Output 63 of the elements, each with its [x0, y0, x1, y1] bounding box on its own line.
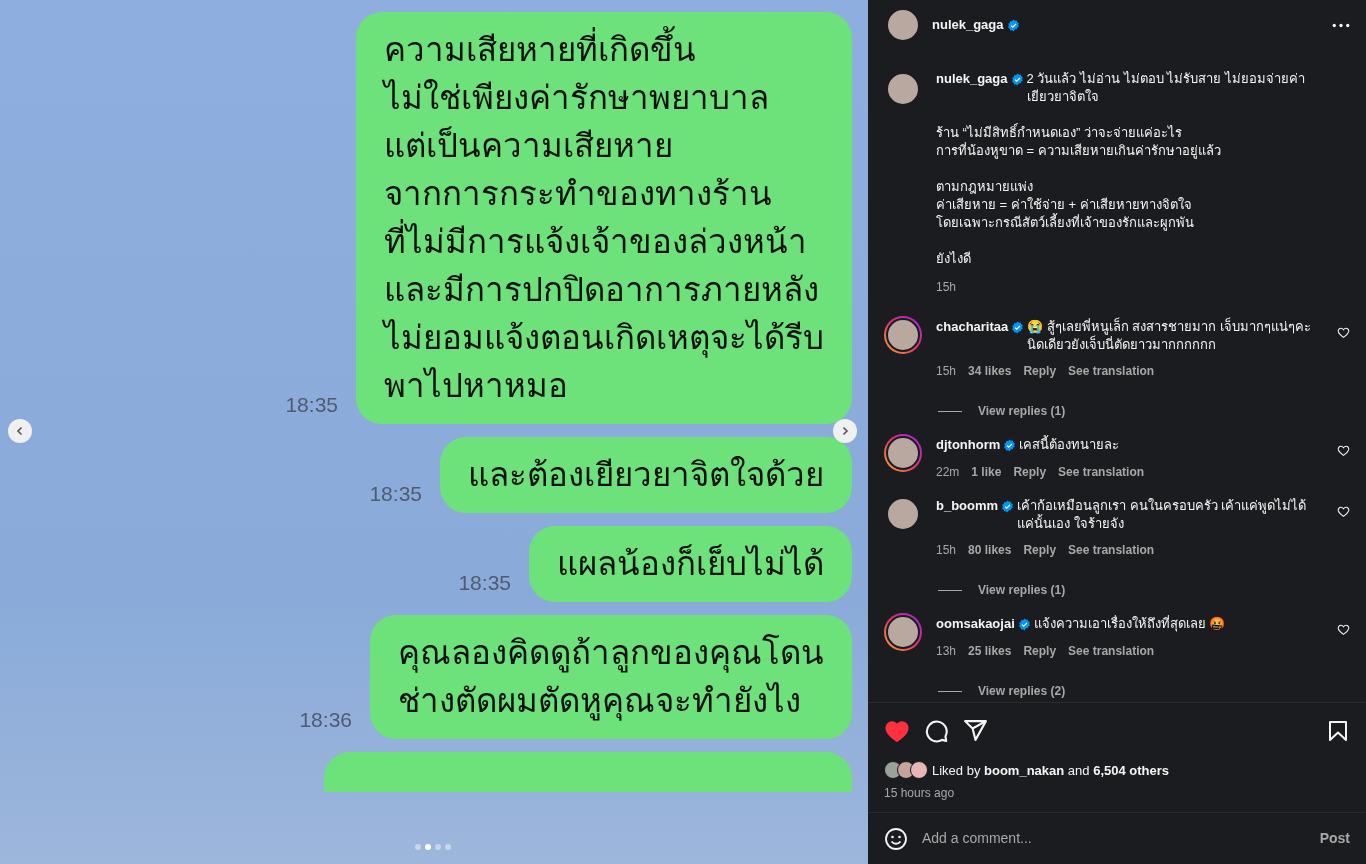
send-icon[interactable]: [963, 718, 988, 743]
avatar[interactable]: [884, 613, 922, 651]
timestamp: 22m: [936, 464, 960, 481]
timestamp: 15h: [936, 279, 958, 296]
heart-icon[interactable]: [1337, 444, 1350, 457]
avatar[interactable]: [884, 434, 922, 472]
caption-text: 2 วันแล้ว ไม่อ่าน ไม่ตอบ ไม่รับสาย ไม่ยอมจ่ายค่าเยียวยาจิตใจ: [1026, 70, 1306, 106]
reply-button[interactable]: Reply: [1023, 642, 1057, 660]
next-button[interactable]: [833, 419, 857, 443]
message-time: 18:35: [285, 391, 338, 418]
message-time: 18:35: [458, 569, 511, 596]
chevron-right-icon: [840, 426, 850, 436]
message-time: 18:35: [369, 480, 422, 507]
emoji-icon[interactable]: [884, 826, 908, 851]
like-count[interactable]: 34 likes: [968, 362, 1012, 380]
username[interactable]: oomsakaojai: [936, 615, 1015, 633]
bookmark-icon[interactable]: [1326, 718, 1350, 743]
see-translation-link[interactable]: See translation: [1068, 642, 1155, 660]
caption-text: ร้าน “ไม่มีสิทธิ์กำหนดเอง” ว่าจะจ่ายแค่อะไร การที่น้องหูขาด = ความเสียหายเกินค่ารักษาอยู่แล้ว: [936, 124, 1222, 160]
timestamp: 15h: [936, 542, 957, 559]
comment-text: เค้าก้อเหมือนลูกเรา คนในครอบครัว เค้าแค่พูดไม่ได้ แค่นั้นเอง ใจร้ายจัง: [1017, 497, 1308, 533]
chat-bubble: และต้องเยียวยาจิตใจด้วย: [440, 437, 852, 513]
timestamp: 13h: [936, 643, 957, 660]
heart-icon[interactable]: [1337, 505, 1350, 518]
message-time: 18:36: [299, 706, 352, 733]
view-replies-button[interactable]: View replies (1): [978, 402, 1066, 420]
username[interactable]: b_boomm: [936, 497, 999, 515]
like-count[interactable]: 1 like: [971, 463, 1002, 481]
previous-button[interactable]: [8, 419, 32, 443]
username[interactable]: djtonhorm: [936, 436, 1001, 454]
username[interactable]: nulek_gaga: [932, 15, 1004, 35]
view-replies-button[interactable]: View replies (2): [978, 682, 1066, 700]
reply-button[interactable]: Reply: [1023, 362, 1057, 380]
comment-input[interactable]: Add a comment...: [922, 828, 1306, 849]
post-button[interactable]: Post: [1319, 828, 1350, 849]
chat-bubble: ความเสียหายที่เกิดขึ้น ไม่ใช่เพียงค่ารักษาพยาบาล แต่เป็นความเสียหาย จากการกระทำของทางร้าน ที่ไม่มีการแจ้งเจ้าของล่วงหน้า และมีการปกปิดอาการภายหลัง ไม่ยอมแจ้งตอนเกิดเหตุจะได้รีบ พาไปหาหมอ: [356, 12, 852, 424]
heart-icon[interactable]: [1337, 326, 1350, 339]
comment-text: เคสนี้ต้องทนายละ: [1019, 436, 1121, 454]
comment-text: แจ้งความเอาเรื่องให้ถึงที่สุดเลย 🤬: [1033, 615, 1227, 633]
chevron-left-icon: [15, 426, 25, 436]
comment-text: 😭 สู้ๆเลยพี่หนูเล็ก สงสารชายมาก เจ็บมากๆแน่ๆคะ นิดเดียวยังเจ็บนี่ตัดยาวมากกกกกก: [1027, 318, 1313, 354]
username[interactable]: nulek_gaga: [936, 70, 1008, 88]
post-time: 15 hours ago: [884, 785, 956, 802]
avatar[interactable]: [884, 316, 922, 354]
view-replies-button[interactable]: View replies (1): [978, 581, 1066, 599]
caption-text: ตามกฎหมายแพ่ง ค่าเสียหาย = ค่าใช้จ่าย + ค่าเสียหายทางจิตใจ โดยเฉพาะกรณีสัตว์เลี้ยงที่เจ้าของรักและผูกพัน: [936, 178, 1195, 232]
reply-button[interactable]: Reply: [1023, 541, 1057, 559]
comment-icon[interactable]: [924, 718, 949, 743]
username[interactable]: chacharitaa: [936, 318, 1009, 336]
more-options-icon[interactable]: [1332, 22, 1350, 28]
see-translation-link[interactable]: See translation: [1068, 541, 1155, 559]
avatar: [910, 761, 928, 780]
see-translation-link[interactable]: See translation: [1058, 463, 1145, 481]
see-translation-link[interactable]: See translation: [1068, 362, 1155, 380]
likes-summary[interactable]: Liked by boom_nakan and 6,504 others: [932, 760, 1170, 780]
timestamp: 15h: [936, 363, 957, 380]
reply-button[interactable]: Reply: [1013, 463, 1047, 481]
chat-bubble: แผลน้องก็เย็บไม่ได้: [529, 526, 852, 602]
chat-bubble: คุณลองคิดดูถ้าลูกของคุณโดน ช่างตัดผมตัดหูคุณจะทำยังไง: [370, 615, 852, 739]
heart-icon[interactable]: [1337, 623, 1350, 636]
caption-text: ยังไงดี: [936, 250, 972, 268]
like-count[interactable]: 25 likes: [968, 642, 1012, 660]
like-count[interactable]: 80 likes: [968, 541, 1012, 559]
